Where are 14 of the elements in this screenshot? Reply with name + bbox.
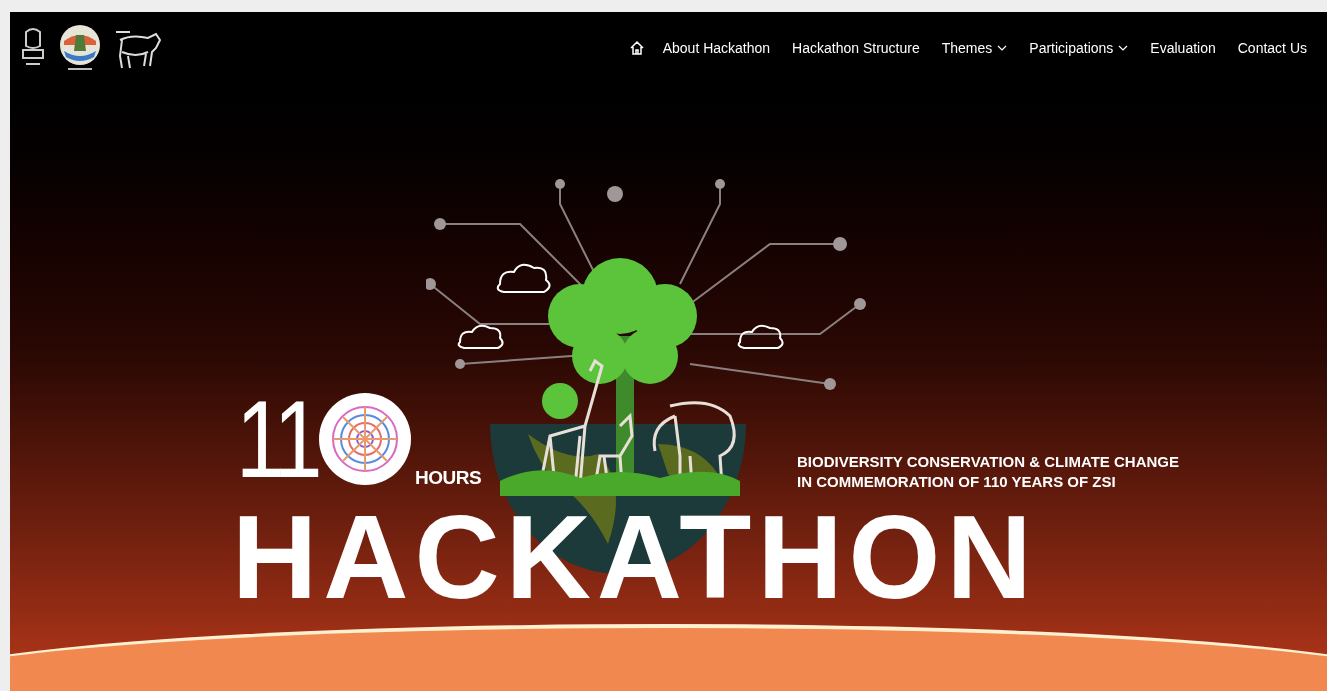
tagline-text: IN COMMEMORATION OF 110 YEARS OF ZSI (797, 472, 1117, 492)
nav-link[interactable]: Evaluation (1150, 37, 1216, 59)
count-text: 11 (236, 384, 318, 494)
nav-link[interactable]: Hackathon Structure (792, 37, 920, 59)
home-icon[interactable] (628, 40, 645, 56)
hours-text: HOURS (415, 466, 482, 490)
seal-logo-icon (58, 23, 102, 73)
mandala-logo-icon (318, 392, 413, 486)
tagline-text: BIODIVERSITY CONSERVATION & CLIMATE CHANGE (797, 452, 1179, 472)
hackathon-title: HACKATHON (232, 498, 1038, 616)
nav-link[interactable]: Participations (1029, 37, 1129, 59)
nav-link[interactable]: About Hackathon (662, 37, 771, 59)
nav-link[interactable]: Contact Us (1237, 37, 1307, 59)
nav-link[interactable]: Themes (941, 37, 1008, 59)
